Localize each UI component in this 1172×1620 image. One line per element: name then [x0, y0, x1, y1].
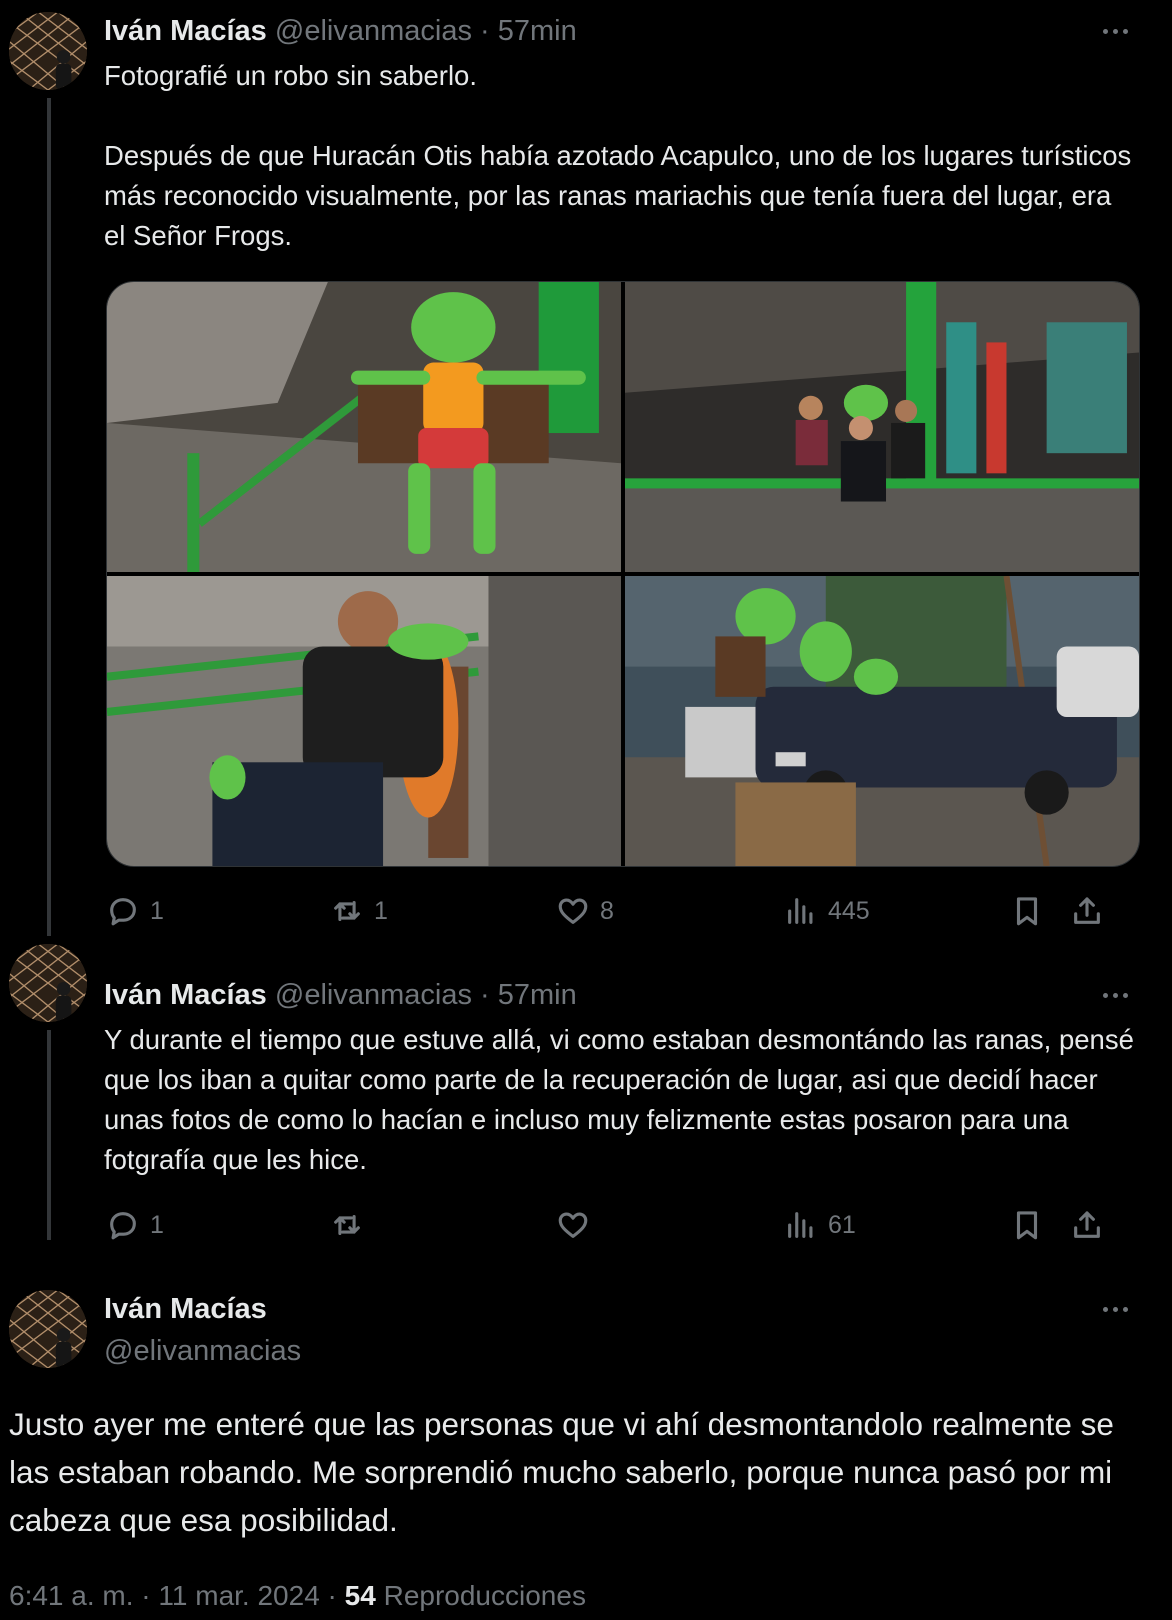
share-icon	[1074, 897, 1100, 924]
avatar[interactable]	[9, 1290, 87, 1368]
like-button[interactable]	[556, 1205, 600, 1245]
more-dots-icon[interactable]	[1098, 1294, 1132, 1324]
tweet-paragraph: Después de que Huracán Otis había azotad…	[104, 140, 1132, 251]
avatar[interactable]	[9, 944, 87, 1022]
reply-button[interactable]: 1	[106, 1205, 164, 1245]
author-name[interactable]: Iván Macías	[104, 1293, 267, 1325]
reply-icon	[110, 1212, 136, 1240]
reply-button[interactable]: 1	[106, 891, 164, 931]
more-dots-icon[interactable]	[1098, 980, 1132, 1010]
author-handle[interactable]: @elivanmacias	[275, 15, 472, 47]
bookmark-button[interactable]	[1010, 1205, 1044, 1245]
views-chart-icon	[788, 1212, 813, 1238]
reply-count: 1	[150, 1210, 164, 1239]
reply-icon	[110, 898, 136, 926]
views-button[interactable]: 445	[784, 891, 870, 931]
tweet-paragraph: Y durante el tiempo que estuve allá, vi …	[104, 1024, 1134, 1175]
views-button[interactable]: 61	[784, 1205, 856, 1245]
author-handle[interactable]: @elivanmacias	[104, 1335, 301, 1367]
thread-line	[47, 98, 51, 936]
author-handle[interactable]: @elivanmacias	[275, 979, 472, 1011]
photo-men-posing[interactable]	[625, 282, 1139, 572]
views-number: 54	[344, 1580, 376, 1611]
repost-icon	[334, 900, 360, 922]
views-count: 445	[828, 896, 870, 925]
tweet-paragraph: Fotografié un robo sin saberlo.	[104, 60, 477, 91]
tweet-time[interactable]: · 57min	[480, 15, 577, 47]
repost-icon	[334, 1214, 360, 1236]
repost-button[interactable]	[330, 1205, 374, 1245]
views-count: 61	[828, 1210, 856, 1239]
repost-button[interactable]: 1	[330, 891, 388, 931]
like-button[interactable]: 8	[556, 891, 614, 931]
thread-line	[47, 1030, 51, 1240]
main-author-name[interactable]: Iván Macías	[104, 1291, 267, 1327]
reply-count: 1	[150, 896, 164, 925]
repost-count: 1	[374, 896, 388, 925]
photo-man-seated[interactable]	[107, 576, 621, 866]
avatar[interactable]	[9, 12, 87, 90]
bookmark-button[interactable]	[1010, 891, 1044, 931]
tweet-meta: 6:41 a. m. · 11 mar. 2024 · 54 Reproducc…	[9, 1576, 586, 1616]
more-dots-icon[interactable]	[1098, 16, 1132, 46]
tweet-text: Fotografié un robo sin saberlo. Después …	[104, 56, 1134, 256]
photo-frogs-truck[interactable]	[625, 576, 1139, 866]
main-author-handle[interactable]: @elivanmacias	[104, 1333, 301, 1369]
views-chart-icon	[788, 898, 813, 924]
tweet-text: Y durante el tiempo que estuve allá, vi …	[104, 1020, 1134, 1180]
tweet-time[interactable]: · 57min	[480, 979, 577, 1011]
like-count: 8	[600, 896, 614, 925]
heart-icon	[558, 898, 588, 924]
tweet-header: Iván Macías @elivanmacias · 57min	[104, 13, 577, 49]
photo-grid	[106, 281, 1140, 867]
heart-icon	[558, 1212, 588, 1238]
tweet-actions: 1 61	[106, 1205, 1142, 1245]
share-button[interactable]	[1070, 891, 1104, 931]
share-icon	[1074, 1211, 1100, 1238]
author-name[interactable]: Iván Macías	[104, 979, 267, 1011]
views-label: Reproducciones	[383, 1580, 586, 1611]
main-tweet-text: Justo ayer me enteré que las personas qu…	[9, 1406, 1114, 1538]
photo-frog-bench[interactable]	[107, 282, 621, 572]
tweet-header: Iván Macías @elivanmacias · 57min	[104, 977, 577, 1013]
share-button[interactable]	[1070, 1205, 1104, 1245]
author-name[interactable]: Iván Macías	[104, 15, 267, 47]
tweet-actions: 1 1 8 445	[106, 891, 1142, 931]
bookmark-icon	[1016, 897, 1038, 926]
bookmark-icon	[1016, 1211, 1038, 1240]
timestamp[interactable]: 6:41 a. m. · 11 mar. 2024 ·	[9, 1580, 345, 1611]
